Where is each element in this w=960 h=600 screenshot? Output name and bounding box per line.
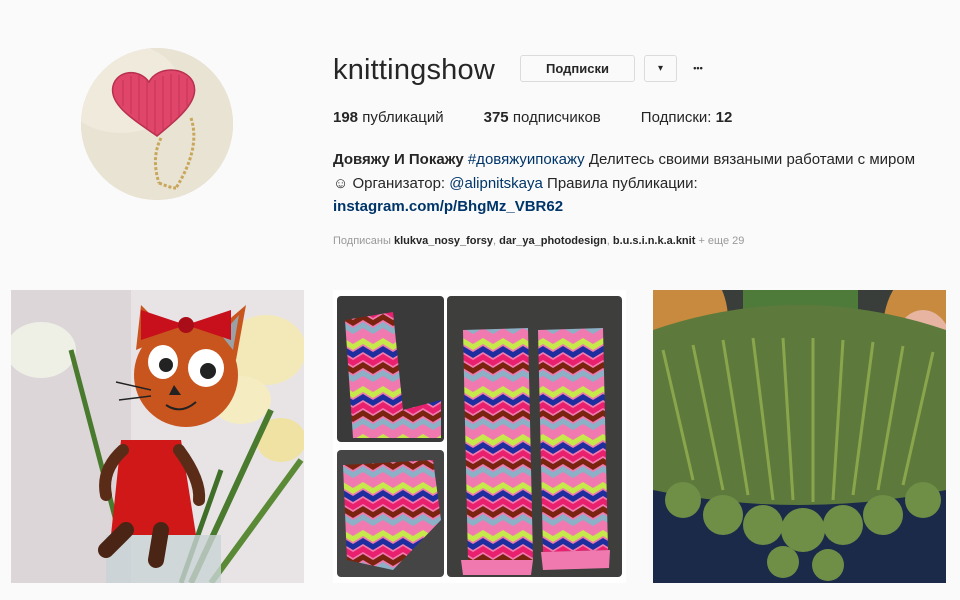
posts-stat: 198 публикаций	[333, 108, 444, 128]
bio-text-3: Правила публикации:	[542, 174, 698, 192]
followed-by-user-3[interactable]: b.u.s.i.n.k.a.knit	[613, 235, 696, 247]
profile-username: knittingshow	[333, 54, 495, 86]
more-options-button[interactable]: •••	[688, 56, 708, 80]
followers-label: подписчиков	[508, 109, 601, 126]
bio-text-1: Делитесь своими вязаными работами с миро…	[584, 151, 916, 168]
crochet-collar-photo	[653, 290, 946, 583]
followers-count: 375	[483, 109, 509, 126]
profile-bio: Довяжу И Покажу #довяжуипокажу Делитесь …	[333, 148, 923, 219]
post-thumbnail-2[interactable]	[333, 290, 626, 583]
post-thumbnail-1[interactable]	[11, 290, 304, 583]
smile-emoji-icon: ☺	[333, 174, 349, 192]
profile-stats: 198 публикаций 375 подписчиков Подписки:…	[333, 108, 772, 128]
followed-by-user-1[interactable]: klukva_nosy_forsy	[394, 235, 493, 247]
followed-by-line: Подписаны klukva_nosy_forsy, dar_ya_phot…	[333, 234, 744, 248]
following-stat[interactable]: Подписки: 12	[641, 108, 733, 128]
following-label: Подписки:	[640, 109, 716, 126]
bio-external-link[interactable]: instagram.com/p/BhgMz_VBR62	[333, 198, 563, 215]
profile-avatar[interactable]	[81, 48, 233, 200]
caret-down-icon: ▾	[657, 63, 664, 74]
bio-mention-link[interactable]: @alipnitskaya	[449, 175, 543, 192]
bio-text-2: Организатор:	[348, 174, 450, 192]
more-options-icon: •••	[693, 63, 703, 73]
following-count: 12	[715, 109, 733, 126]
suggestions-dropdown-button[interactable]: ▾	[644, 55, 677, 82]
crochet-cat-photo	[11, 290, 304, 583]
bio-hashtag-link[interactable]: #довяжуипокажу	[468, 151, 585, 168]
profile-full-name: Довяжу И Покажу	[333, 151, 464, 168]
posts-count: 198	[333, 109, 359, 126]
followed-by-more[interactable]: + еще 29	[695, 235, 744, 247]
post-thumbnail-3[interactable]	[653, 290, 946, 583]
followed-by-prefix: Подписаны	[333, 235, 394, 247]
followers-stat[interactable]: 375 подписчиков	[484, 108, 601, 128]
heart-brooch-icon	[81, 48, 233, 200]
crochet-slippers-photo	[337, 296, 622, 577]
following-button[interactable]: Подписки	[520, 55, 635, 82]
followed-by-user-2[interactable]: dar_ya_photodesign	[499, 235, 607, 247]
posts-label: публикаций	[358, 109, 444, 126]
